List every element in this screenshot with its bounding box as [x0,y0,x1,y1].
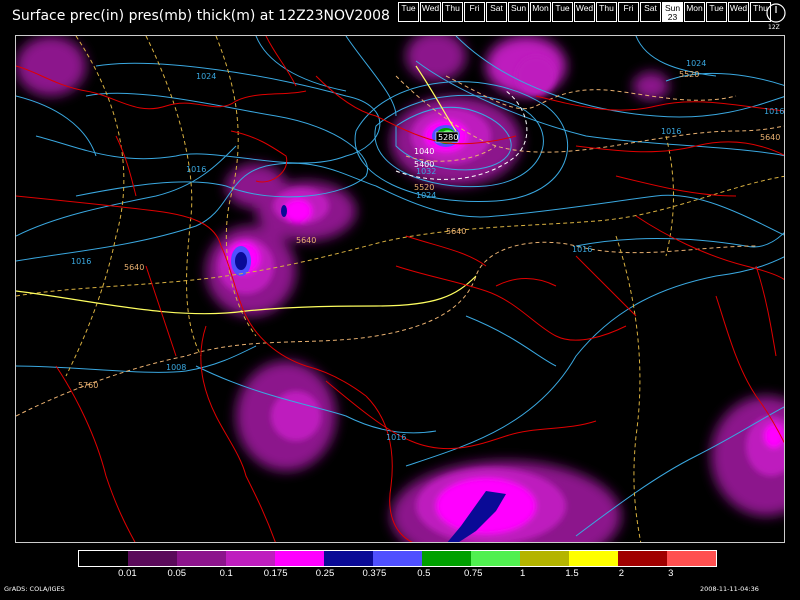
legend-swatch [226,551,275,566]
precip-field [16,36,784,542]
day-cell[interactable]: Tue [398,2,419,22]
day-cell[interactable]: Thu [596,2,617,22]
thickness-label: 5280 [438,133,458,142]
legend-tick-label: 0.1 [219,568,233,579]
day-label: Fri [469,3,480,13]
legend-swatch [569,551,618,566]
day-cell[interactable]: Tue [552,2,573,22]
day-cell[interactable]: Fri [464,2,485,22]
legend-swatch [275,551,324,566]
legend-swatch [324,551,373,566]
isobar-label: 1040 [414,147,434,156]
clock-icon [766,3,786,23]
legend-swatch [520,551,569,566]
isobar-contours [16,36,784,537]
legend-ticks: 0.01 0.05 0.1 0.175 0.25 0.375 0.5 0.75 1 1.5 2 3 [78,568,721,580]
legend-tick-label: 1.5 [565,568,579,579]
isobar-label: 1008 [166,363,186,372]
legend-tick-label: 0.75 [463,568,483,579]
day-cell[interactable]: Fri [618,2,639,22]
legend-swatch [79,551,128,566]
day-label: Mon [686,3,703,13]
footer-timestamp: 2008-11-11-04:36 [700,585,759,593]
thickness-label: 5640 [124,263,144,272]
isobar-label: 1016 [386,433,406,442]
day-cell[interactable]: Thu [442,2,463,22]
legend-swatch [422,551,471,566]
legend-tick-label: 0.175 [263,568,288,579]
isobar-label: 1024 [416,191,436,200]
thickness-label: 5760 [78,381,98,390]
day-cell[interactable]: Tue [706,2,727,22]
legend-tick-label: 0.375 [362,568,387,579]
day-cell[interactable]: Mon [530,2,551,22]
day-label: Sat [644,3,657,13]
day-label: Mon [532,3,549,13]
precip-legend [78,550,717,567]
isobar-label: 1024 [196,72,216,81]
legend-swatch [177,551,226,566]
thickness-label: 5520 [414,183,434,192]
legend-swatch [667,551,716,566]
footer-credit: GrADS: COLA/IGES [4,585,65,593]
thickness-label: 5640 [296,236,316,245]
day-cell[interactable]: Sun 23 [662,2,683,22]
day-label: Tue [709,3,724,13]
isobar-label: 1016 [764,107,784,116]
legend-swatch [373,551,422,566]
thickness-label: 5400 [414,160,434,169]
day-label: Wed [421,3,440,13]
day-cell[interactable]: Sat [486,2,507,22]
legend-tick-label: 1 [519,568,526,579]
legend-swatch [618,551,667,566]
isobar-label: 1024 [686,59,706,68]
day-cell[interactable]: Sat [640,2,661,22]
thickness-contours [16,36,784,542]
day-label: Tue [555,3,570,13]
legend-tick-label: 0.25 [315,568,335,579]
day-cell[interactable]: Sun [508,2,529,22]
day-label: Thu [445,3,460,13]
thickness-label: 5520 [679,70,699,79]
day-label: Wed [575,3,594,13]
legend-swatch [471,551,520,566]
legend-tick-label: 0.05 [167,568,187,579]
thickness-label: 5640 [446,227,466,236]
legend-tick-label: 0.01 [118,568,137,579]
day-strip: Tue Wed Thu Fri Sat Sun Mon Tue Wed Thu Fri Sat Sun 2… [398,2,772,22]
day-label: Wed [729,3,748,13]
day-label: Tue [401,3,416,13]
legend-tick-label: 2 [618,568,625,579]
coastlines [16,36,784,542]
legend-tick-label: 3 [668,568,674,579]
day-cell[interactable]: Wed [420,2,441,22]
day-label: Thu [599,3,614,13]
day-label: Sun [510,3,527,13]
day-cell[interactable]: Mon [684,2,705,22]
day-label: Fri [623,3,634,13]
map-title: Surface prec(in) pres(mb) thick(m) at 12… [12,8,390,24]
thickness-label: 5640 [760,133,780,142]
day-date: 23 [667,12,678,22]
isobar-label: 1016 [572,245,592,254]
legend-swatch [128,551,177,566]
day-label: Sat [490,3,503,13]
day-cell[interactable]: Wed [574,2,595,22]
legend-tick-label: 0.5 [417,568,431,579]
isobar-label: 1016 [71,257,91,266]
map-area: 1024 1024 1016 1016 1016 1016 1016 1016 … [15,35,785,543]
day-cell[interactable]: Wed [728,2,749,22]
isobar-label: 1016 [661,127,681,136]
isobar-label: 1016 [186,165,206,174]
clock-label: 12Z [768,24,780,31]
